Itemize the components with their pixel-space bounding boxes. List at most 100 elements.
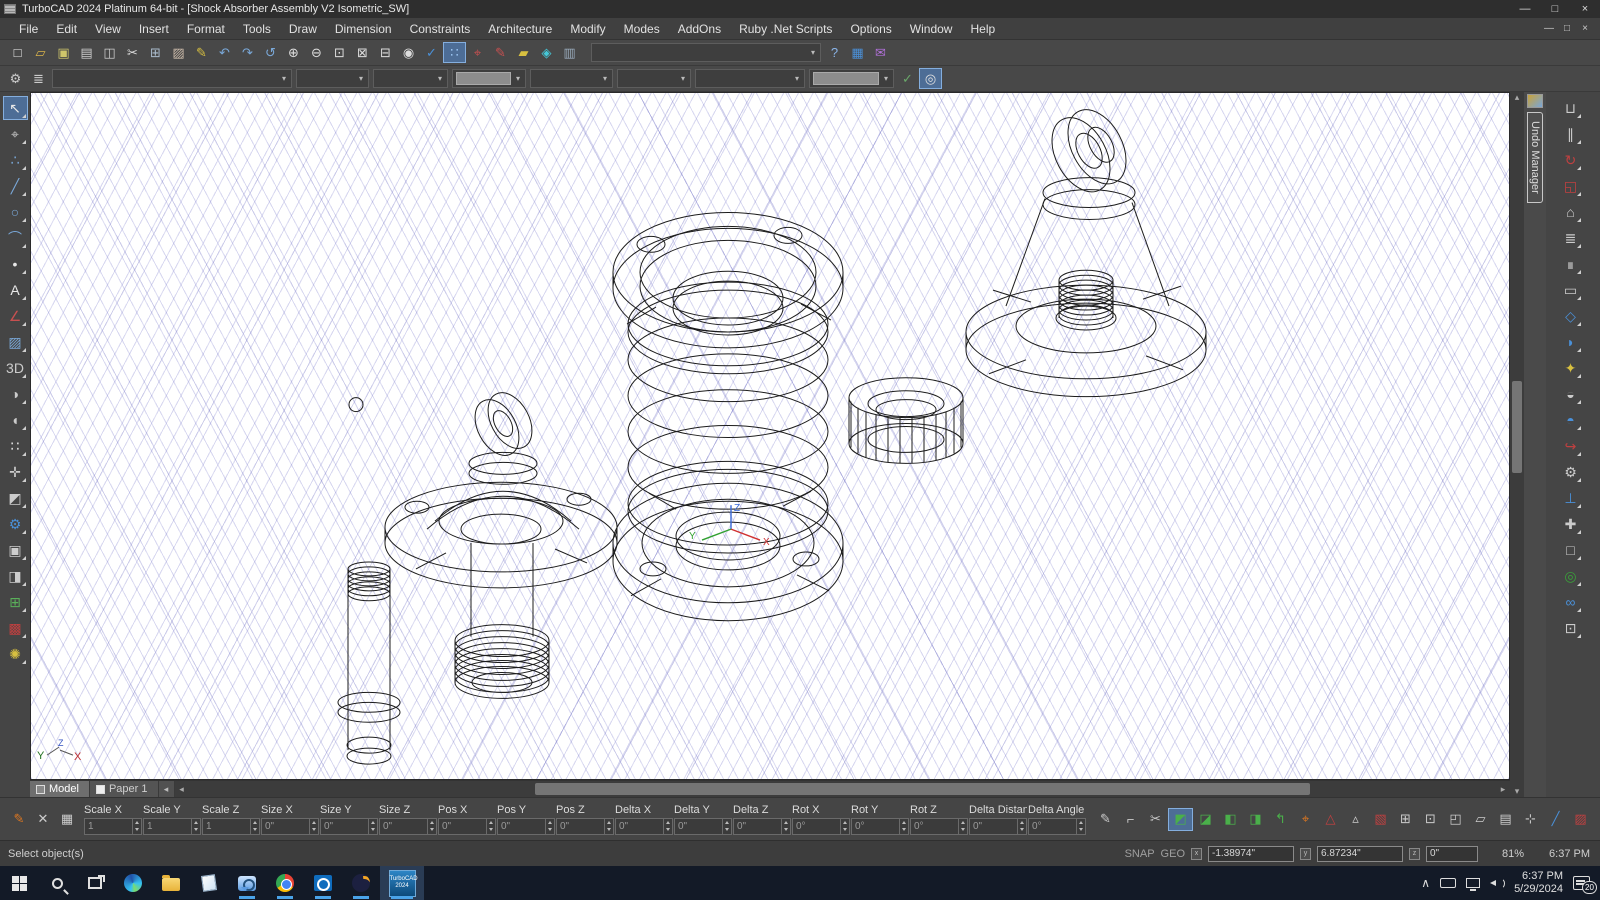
- inspector-column-field[interactable]: 0": [497, 818, 555, 835]
- gear-options-icon[interactable]: ⚙: [3, 512, 28, 536]
- select-lasso-icon[interactable]: ↺: [259, 42, 282, 63]
- start-button[interactable]: [0, 866, 38, 900]
- turbocad-taskbar-button[interactable]: TurboCAD 2024: [380, 866, 424, 900]
- render-3d-icon[interactable]: ◈: [535, 42, 558, 63]
- layer-combo[interactable]: ▾: [52, 69, 292, 88]
- inspector-column-field[interactable]: 0": [969, 818, 1027, 835]
- color-combo[interactable]: ▾: [452, 69, 526, 88]
- inspector-column-field[interactable]: 0": [320, 818, 378, 835]
- pick-color-icon[interactable]: ⊞: [3, 590, 28, 614]
- notebook-icon[interactable]: ▦: [846, 42, 869, 63]
- menu-item[interactable]: Insert: [130, 20, 178, 38]
- inspector-clear-icon[interactable]: ✕: [32, 809, 54, 829]
- undo-manager-tab[interactable]: Undo Manager: [1527, 112, 1543, 203]
- gear-assembly-tool-icon[interactable]: ⚙: [1558, 460, 1583, 484]
- viewport-icon[interactable]: ◨: [3, 564, 28, 588]
- sweep-tool-icon[interactable]: ◖: [3, 408, 28, 432]
- inspector-column-field[interactable]: 0": [556, 818, 614, 835]
- spinner-buttons[interactable]: [250, 819, 259, 834]
- dome-tool-icon[interactable]: ◗: [1558, 330, 1583, 354]
- geo-toggle[interactable]: GEO: [1161, 848, 1185, 860]
- zoom-extents-icon[interactable]: ⊠: [351, 42, 374, 63]
- spinner-buttons[interactable]: [427, 819, 436, 834]
- render-tool-icon[interactable]: ◑: [3, 382, 28, 406]
- tab-model[interactable]: Model: [30, 781, 90, 797]
- spinner-buttons[interactable]: [722, 819, 731, 834]
- outlook-button[interactable]: [304, 866, 342, 900]
- send-mail-icon[interactable]: ✉: [869, 42, 892, 63]
- panel-tool-icon[interactable]: ▭: [1558, 278, 1583, 302]
- menu-item[interactable]: Draw: [280, 20, 326, 38]
- taskbar-clock[interactable]: 6:37 PM 5/29/2024: [1514, 870, 1563, 896]
- material-editor-icon[interactable]: ▩: [3, 616, 28, 640]
- shell-tool-icon[interactable]: ◓: [1558, 408, 1583, 432]
- shapes-tool-icon[interactable]: ∎: [1558, 252, 1583, 276]
- spinner-buttons[interactable]: [663, 819, 672, 834]
- file-explorer-button[interactable]: [152, 866, 190, 900]
- target-snap-tool-icon[interactable]: ◎: [1558, 564, 1583, 588]
- hatch-tool-icon[interactable]: ▨: [3, 330, 28, 354]
- notification-center-icon[interactable]: 20: [1573, 876, 1590, 890]
- palette-icon[interactable]: [1527, 94, 1543, 108]
- extrude-tool-icon[interactable]: ⊔: [1558, 96, 1583, 120]
- measure-line-icon[interactable]: ╱: [1543, 808, 1568, 831]
- zoom-in-icon[interactable]: ⊕: [282, 42, 305, 63]
- mirror-copy-icon[interactable]: ▨: [1568, 808, 1593, 831]
- circle-tool-icon[interactable]: ○: [3, 200, 28, 224]
- copy-array-icon[interactable]: ▤: [1493, 808, 1518, 831]
- spinner-buttons[interactable]: [1017, 819, 1026, 834]
- snip-camera-button[interactable]: [228, 866, 266, 900]
- assemble-tool-icon[interactable]: ◩: [3, 486, 28, 510]
- frame-select-tool-icon[interactable]: ⊡: [1558, 616, 1583, 640]
- 3d-object-tool-icon[interactable]: 3D: [3, 356, 28, 380]
- volume-icon[interactable]: [1490, 877, 1504, 889]
- inspector-column-field[interactable]: 0°: [851, 818, 909, 835]
- notepad-button[interactable]: [190, 866, 228, 900]
- zoom-out-icon[interactable]: ⊖: [305, 42, 328, 63]
- scroll-left-arrow-icon[interactable]: ◂: [175, 784, 189, 795]
- spinner-buttons[interactable]: [309, 819, 318, 834]
- menu-item[interactable]: Window: [901, 20, 962, 38]
- spinner-buttons[interactable]: [368, 819, 377, 834]
- copy-icon[interactable]: ⊞: [144, 42, 167, 63]
- union-tool-icon[interactable]: ✚: [1558, 512, 1583, 536]
- select-outside-icon[interactable]: ◪: [1193, 808, 1218, 831]
- arc-tool-icon[interactable]: ⌒: [3, 226, 28, 250]
- network-icon[interactable]: [1466, 878, 1480, 888]
- scroll-right-arrow-icon[interactable]: ▸: [1496, 784, 1510, 795]
- z-axis-lock-icon[interactable]: z: [1409, 848, 1420, 860]
- light-tool-icon[interactable]: ✺: [3, 642, 28, 666]
- horizontal-scroll-thumb[interactable]: [535, 783, 1310, 795]
- menu-item[interactable]: Modify: [561, 20, 614, 38]
- grid-snap-icon[interactable]: ∷: [443, 42, 466, 63]
- child-close-icon[interactable]: ×: [1576, 23, 1594, 34]
- node-edit-tool-icon[interactable]: ⌖: [3, 122, 28, 146]
- menu-item[interactable]: Edit: [47, 20, 86, 38]
- snap-mouse-icon[interactable]: ⌖: [466, 42, 489, 63]
- hatch-combo[interactable]: ▾: [617, 69, 691, 88]
- select-inside-icon[interactable]: ◩: [1168, 808, 1193, 831]
- inspector-column-field[interactable]: 1: [84, 818, 142, 835]
- link-nodes-tool-icon[interactable]: ∞: [1558, 590, 1583, 614]
- save-icon[interactable]: ▣: [52, 42, 75, 63]
- move-handles-icon[interactable]: ⊞: [1393, 808, 1418, 831]
- magic-wand-tool-icon[interactable]: ✦: [1558, 356, 1583, 380]
- scroll-up-arrow-icon[interactable]: ▴: [1510, 92, 1524, 103]
- degenerate-warning-icon[interactable]: △: [1318, 808, 1343, 831]
- spinner-buttons[interactable]: [958, 819, 967, 834]
- inspector-column-field[interactable]: 1: [202, 818, 260, 835]
- spinner-buttons[interactable]: [132, 819, 141, 834]
- menu-item[interactable]: Help: [961, 20, 1004, 38]
- snap-pen-icon[interactable]: ✎: [489, 42, 512, 63]
- maximize-button-icon[interactable]: □: [1540, 0, 1570, 18]
- horizontal-scrollbar[interactable]: ◂ ▸: [175, 781, 1511, 797]
- spell-check-icon[interactable]: ✓: [420, 42, 443, 63]
- prism-tool-icon[interactable]: ◇: [1558, 304, 1583, 328]
- trim-icon[interactable]: ✂: [1143, 808, 1168, 831]
- paste-icon[interactable]: ▨: [167, 42, 190, 63]
- point-tool-icon[interactable]: •: [3, 252, 28, 276]
- inspector-column-field[interactable]: 1: [143, 818, 201, 835]
- publish-icon[interactable]: ▥: [558, 42, 581, 63]
- vertical-scroll-thumb[interactable]: [1512, 381, 1522, 473]
- spinner-buttons[interactable]: [545, 819, 554, 834]
